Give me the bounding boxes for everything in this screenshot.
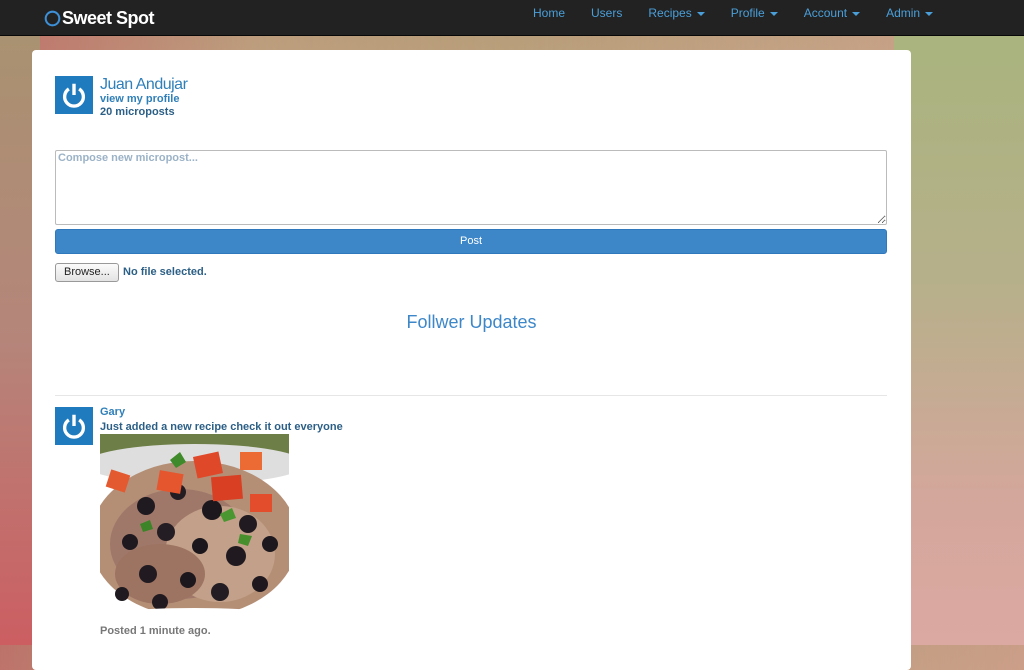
nav-home[interactable]: Home [520, 0, 578, 35]
browse-file-button[interactable]: Browse... [55, 263, 119, 282]
user-avatar[interactable] [55, 76, 93, 114]
power-icon [62, 414, 86, 439]
compose-micropost-input[interactable] [55, 150, 887, 225]
nav-home-label: Home [533, 6, 566, 20]
micropost-count: 20 microposts [100, 106, 175, 118]
post-button[interactable]: Post [55, 229, 887, 254]
nav-admin-label: Admin [886, 6, 921, 20]
feed-item-content: Just added a new recipe check it out eve… [100, 421, 343, 433]
rice-dish-image [100, 434, 289, 622]
caret-down-icon [696, 12, 705, 16]
brand-ring-icon [44, 10, 61, 26]
nav-users-label: Users [591, 6, 623, 20]
nav-account-dropdown[interactable]: Account [791, 0, 873, 35]
caret-down-icon [769, 12, 778, 16]
brand-name: Sweet Spot [62, 7, 155, 28]
nav-account-label: Account [803, 6, 848, 20]
background-right [894, 36, 1024, 645]
nav-recipes-label: Recipes [648, 6, 692, 20]
feed-item-timestamp: Posted 1 minute ago. [100, 625, 211, 637]
nav-users[interactable]: Users [578, 0, 635, 35]
nav-profile-dropdown[interactable]: Profile [718, 0, 791, 35]
feed-title: Follwer Updates [406, 312, 537, 332]
feed-divider [55, 395, 887, 396]
main-nav: Home Users Recipes Profile Account Admin [520, 0, 946, 35]
feed-author-avatar[interactable] [55, 407, 93, 445]
brand-link[interactable]: Sweet Spot [44, 6, 155, 30]
file-status: No file selected. [123, 266, 207, 278]
feed-item-author[interactable]: Gary [100, 406, 125, 418]
main-panel: Juan Andujar view my profile 20 micropos… [32, 50, 911, 670]
power-icon [62, 83, 86, 108]
caret-down-icon [852, 12, 861, 16]
nav-admin-dropdown[interactable]: Admin [873, 0, 946, 35]
feed-item-image[interactable] [100, 434, 289, 622]
nav-recipes-dropdown[interactable]: Recipes [635, 0, 717, 35]
user-name: Juan Andujar [100, 76, 188, 93]
view-profile-link[interactable]: view my profile [100, 93, 179, 105]
caret-down-icon [925, 12, 934, 16]
nav-profile-label: Profile [730, 6, 765, 20]
navbar: Sweet Spot Home Users Recipes Profile Ac… [0, 0, 1024, 36]
